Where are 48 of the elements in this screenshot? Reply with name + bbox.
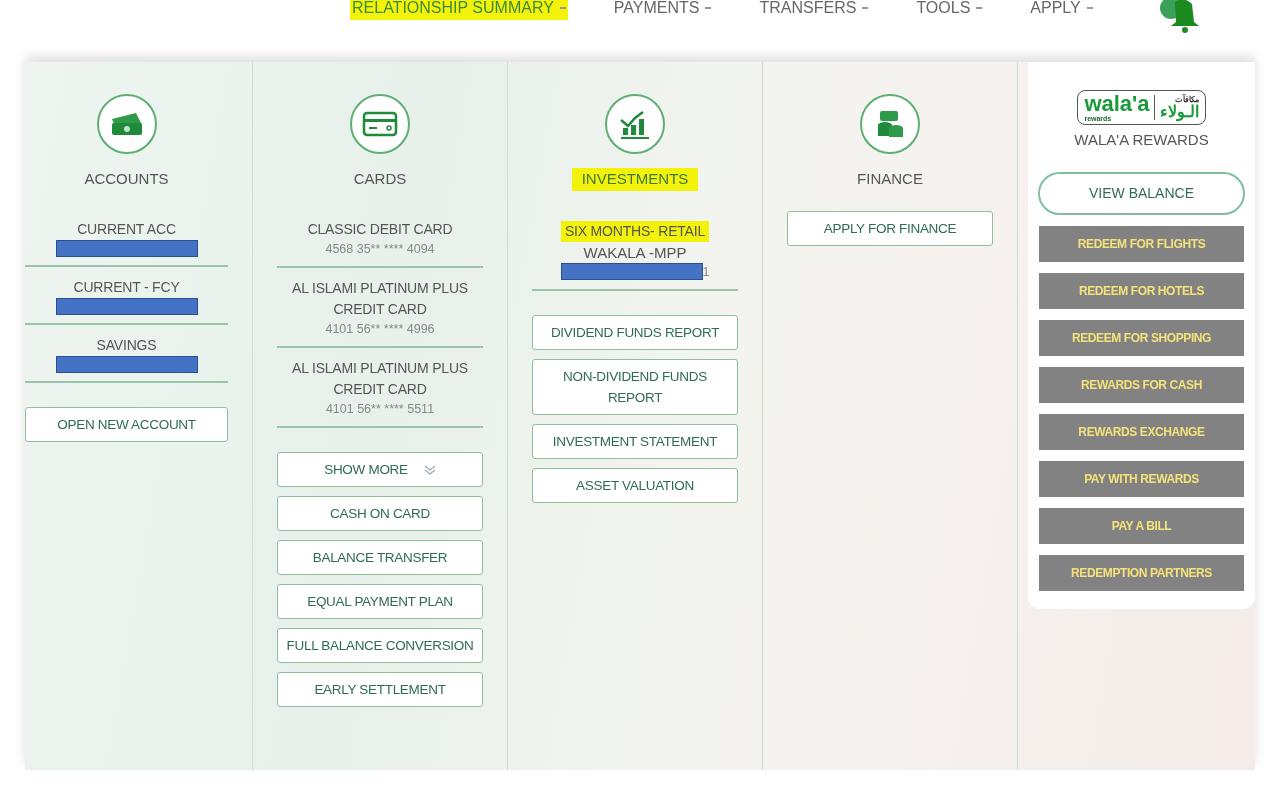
- view-balance-button[interactable]: VIEW BALANCE: [1038, 171, 1245, 215]
- item-title[interactable]: SAVINGS: [25, 334, 228, 356]
- growth-chart-icon: [619, 108, 651, 140]
- chevron-down-icon: [423, 464, 436, 475]
- action-button[interactable]: INVESTMENT STATEMENT: [532, 423, 738, 459]
- show-more-button[interactable]: SHOW MORE: [277, 451, 483, 487]
- caret-icon: [1086, 7, 1093, 11]
- item-subtitle: WAKALA -MPP: [582, 242, 688, 263]
- action-button[interactable]: EARLY SETTLEMENT: [277, 671, 483, 707]
- nav-menu-item[interactable]: APPLY: [1028, 0, 1095, 20]
- nav-menu-item[interactable]: TRANSFERS: [757, 0, 871, 20]
- item-title[interactable]: SIX MONTHS- RETAIL: [560, 220, 709, 242]
- action-button[interactable]: BALANCE TRANSFER: [277, 539, 483, 575]
- item-title[interactable]: AL ISLAMI PLATINUM PLUS CREDIT CARD: [277, 277, 483, 320]
- section-title: FINANCE: [856, 169, 924, 189]
- bell-icon[interactable]: [1158, 0, 1201, 34]
- credit-card-icon: [362, 111, 398, 137]
- caret-icon: [705, 7, 712, 11]
- nav-menu-item[interactable]: RELATIONSHIP SUMMARY: [350, 0, 568, 20]
- caret-icon: [559, 7, 566, 11]
- item-title[interactable]: CLASSIC DEBIT CARD: [277, 218, 483, 240]
- logo-text: wala'a: [1084, 93, 1150, 115]
- action-button[interactable]: NON-DIVIDEND FUNDS REPORT: [532, 358, 738, 415]
- action-button[interactable]: OPEN NEW ACCOUNT: [25, 406, 228, 442]
- item-title[interactable]: CURRENT - FCY: [25, 276, 228, 298]
- section-title: INVESTMENTS: [571, 168, 699, 191]
- caret-icon: [976, 7, 983, 11]
- action-button[interactable]: FULL BALANCE CONVERSION: [277, 627, 483, 663]
- item-title[interactable]: AL ISLAMI PLATINUM PLUS CREDIT CARD: [277, 357, 483, 400]
- nav-menu-item[interactable]: TOOLS: [914, 0, 985, 20]
- section-title: WALA'A REWARDS: [1074, 130, 1209, 150]
- card-number: 4568 35** **** 4094: [325, 240, 435, 258]
- action-button[interactable]: CASH ON CARD: [277, 495, 483, 531]
- nav-menu-item[interactable]: PAYMENTS: [611, 0, 714, 20]
- logo-text: الـولاء: [1159, 104, 1199, 120]
- section-title: CARDS: [352, 169, 408, 189]
- action-button[interactable]: ASSET VALUATION: [532, 467, 738, 503]
- action-button[interactable]: DIVIDEND FUNDS REPORT: [532, 314, 738, 350]
- section-title: ACCOUNTS: [83, 169, 170, 189]
- item-title[interactable]: CURRENT ACC: [25, 218, 228, 240]
- money-stack-icon: [109, 111, 144, 137]
- card-number: 1: [702, 263, 710, 281]
- caret-icon: [862, 7, 869, 11]
- card-number: 4101 56** **** 4996: [325, 320, 435, 338]
- logo-text: مكافآت: [1173, 95, 1199, 104]
- card-number: 4101 56** **** 5511: [325, 400, 435, 418]
- action-button[interactable]: EQUAL PAYMENT PLAN: [277, 583, 483, 619]
- action-button[interactable]: APPLY FOR FINANCE: [787, 210, 993, 246]
